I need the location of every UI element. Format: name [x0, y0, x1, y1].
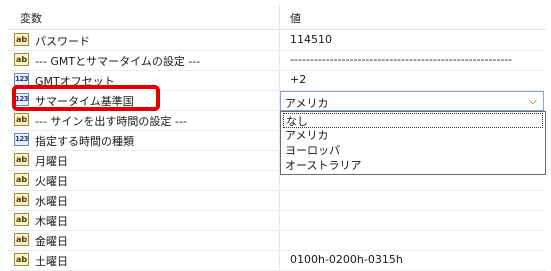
- param-label: パスワード: [35, 35, 90, 48]
- string-type-icon: ab: [14, 213, 29, 226]
- param-row-password[interactable]: ab パスワード 114510: [8, 30, 546, 51]
- param-value: +2: [290, 73, 307, 86]
- option-america[interactable]: アメリカ: [283, 128, 543, 143]
- param-value-cell[interactable]: [279, 230, 547, 250]
- param-name-cell: ab パスワード: [8, 30, 279, 50]
- number-type-icon: 123: [14, 93, 29, 106]
- param-label: サマータイム基準国: [35, 95, 134, 108]
- string-type-icon: ab: [14, 233, 29, 246]
- number-type-icon: 123: [14, 73, 29, 86]
- param-name-cell: 123 GMTオフセット: [8, 70, 279, 90]
- param-name-cell: 123 サマータイム基準国: [8, 90, 279, 110]
- param-row-wednesday[interactable]: ab 水曜日: [8, 190, 546, 211]
- param-label: 月曜日: [35, 155, 68, 168]
- option-australia[interactable]: オーストラリア: [283, 158, 543, 173]
- param-name-cell: ab 木曜日: [8, 210, 279, 230]
- string-type-icon: ab: [14, 153, 29, 166]
- option-europe[interactable]: ヨーロッパ: [283, 143, 543, 158]
- option-none[interactable]: なし: [283, 113, 543, 128]
- summer-time-country-select[interactable]: アメリカ ⌵: [280, 91, 544, 111]
- grid-header: 変数 値: [8, 4, 546, 30]
- param-name-cell: ab --- GMTとサマータイムの設定 ---: [8, 50, 279, 70]
- string-type-icon: ab: [14, 53, 29, 66]
- param-value-cell[interactable]: [279, 210, 547, 230]
- param-row-gmt-offset[interactable]: 123 GMTオフセット +2: [8, 70, 546, 91]
- param-label: 土曜日: [35, 255, 68, 268]
- header-value: 値: [290, 12, 301, 25]
- param-label: 水曜日: [35, 195, 68, 208]
- country-dropdown-list: なし アメリカ ヨーロッパ オーストラリア: [280, 111, 546, 175]
- select-current-value: アメリカ: [285, 97, 329, 110]
- param-label: 火曜日: [35, 175, 68, 188]
- column-divider[interactable]: [279, 4, 280, 29]
- param-row-saturday[interactable]: ab 土曜日 0100h-0200h-0315h: [8, 250, 546, 271]
- param-value-cell[interactable]: [279, 190, 547, 210]
- param-label: 指定する時間の種類: [35, 135, 134, 148]
- string-type-icon: ab: [14, 113, 29, 126]
- param-name-cell: ab --- サインを出す時間の設定 ---: [8, 110, 279, 130]
- param-label: --- GMTとサマータイムの設定 ---: [35, 55, 201, 68]
- number-type-icon: 123: [14, 133, 29, 146]
- param-row-friday[interactable]: ab 金曜日: [8, 230, 546, 251]
- string-type-icon: ab: [14, 173, 29, 186]
- param-label: --- サインを出す時間の設定 ---: [35, 115, 187, 128]
- param-name-cell: 123 指定する時間の種類: [8, 130, 279, 150]
- param-value: 0100h-0200h-0315h: [290, 253, 403, 266]
- param-value-cell[interactable]: +2: [279, 70, 547, 90]
- param-value-cell[interactable]: 114510: [279, 30, 547, 50]
- param-name-cell: ab 水曜日: [8, 190, 279, 210]
- param-label: 金曜日: [35, 235, 68, 248]
- param-name-cell: ab 火曜日: [8, 170, 279, 190]
- param-label: 木曜日: [35, 215, 68, 228]
- param-value: ----------------------------------------…: [290, 53, 513, 66]
- param-name-cell: ab 土曜日: [8, 250, 279, 270]
- header-variable: 変数: [20, 12, 42, 25]
- chevron-down-icon[interactable]: ⌵: [529, 94, 537, 108]
- param-row-gmt-section[interactable]: ab --- GMTとサマータイムの設定 --- ---------------…: [8, 50, 546, 71]
- param-name-cell: ab 月曜日: [8, 150, 279, 170]
- string-type-icon: ab: [14, 193, 29, 206]
- string-type-icon: ab: [14, 253, 29, 266]
- string-type-icon: ab: [14, 33, 29, 46]
- param-row-thursday[interactable]: ab 木曜日: [8, 210, 546, 231]
- param-value-cell[interactable]: 0100h-0200h-0315h: [279, 250, 547, 270]
- param-value-cell[interactable]: ----------------------------------------…: [279, 50, 547, 70]
- param-value: 114510: [290, 33, 332, 46]
- param-label: GMTオフセット: [35, 75, 115, 88]
- param-name-cell: ab 金曜日: [8, 230, 279, 250]
